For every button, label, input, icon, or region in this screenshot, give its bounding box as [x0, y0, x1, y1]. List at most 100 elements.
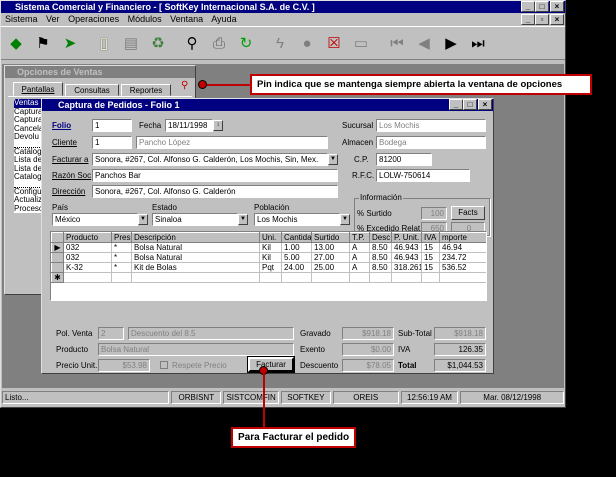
- menu-modulos[interactable]: Módulos: [128, 14, 162, 24]
- estado-dropdown[interactable]: ▼: [238, 214, 248, 225]
- close-button[interactable]: ×: [550, 1, 564, 12]
- cliente-name-field: Pancho López: [136, 136, 328, 149]
- row-selector-icon[interactable]: ▶: [51, 242, 64, 253]
- facturar-callout: Para Facturar el pedido: [231, 427, 357, 448]
- list-item[interactable]: Catalog: [14, 172, 44, 182]
- iva-label: IVA: [398, 345, 411, 354]
- pais-select[interactable]: México: [52, 213, 138, 226]
- facts-button[interactable]: Facts: [451, 206, 485, 220]
- table-row-new[interactable]: ✱: [51, 272, 486, 283]
- table-row[interactable]: ▶ 032 * Bolsa Natural Kil 1.00 13.00 A 8…: [51, 242, 486, 253]
- poblacion-dropdown[interactable]: ▼: [340, 214, 350, 225]
- recycle-bin-icon[interactable]: ♻: [145, 30, 171, 56]
- order-window: Captura de Pedidos - Folio 1 _ □ × Folio…: [41, 98, 494, 374]
- cancel-message-icon: ▭: [353, 35, 369, 52]
- table-row[interactable]: K-32 * Kit de Bolas Pqt 24.00 25.00 A 8.…: [51, 262, 486, 273]
- rfc-field[interactable]: LOLW-750614: [376, 169, 470, 182]
- cabinet-icon[interactable]: ▤: [118, 30, 144, 56]
- pin-callout-line: [204, 84, 250, 86]
- order-title: Captura de Pedidos - Folio 1: [58, 100, 180, 110]
- tab-consultas[interactable]: Consultas: [65, 84, 119, 96]
- checkered-flag-icon[interactable]: ⚑: [30, 30, 56, 56]
- sucursal-field: Los Mochis: [376, 119, 486, 132]
- direccion-field[interactable]: Sonora, #267, Col. Alfonso G. Calderón: [92, 185, 338, 198]
- child-close-button[interactable]: ×: [550, 14, 564, 25]
- cp-field[interactable]: 81200: [376, 153, 432, 166]
- col-importe[interactable]: mporte: [439, 232, 486, 243]
- tab-pantallas[interactable]: Pantallas: [13, 82, 63, 96]
- items-grid[interactable]: Producto Pres. Descripción Uni. Cantidad…: [50, 231, 487, 301]
- child-minimize-button[interactable]: _: [521, 14, 535, 25]
- col-desc[interactable]: Desc.: [369, 232, 392, 243]
- col-producto[interactable]: Producto: [63, 232, 112, 243]
- green-arrow-icon[interactable]: ◆: [3, 30, 29, 56]
- options-title: Opciones de Ventas: [17, 67, 103, 77]
- cancel-document-icon[interactable]: ☒: [321, 30, 347, 56]
- list-item[interactable]: Proceso: [14, 204, 44, 214]
- list-item[interactable]: Devolu: [14, 132, 44, 142]
- poblacion-select[interactable]: Los Mochis: [254, 213, 340, 226]
- respete-precio-label: Respete Precio: [172, 361, 227, 370]
- menu-operaciones[interactable]: Operaciones: [68, 14, 119, 24]
- order-maximize-button[interactable]: □: [463, 99, 477, 110]
- iva-field: 126.35: [434, 343, 486, 356]
- order-close-button[interactable]: ×: [478, 99, 492, 110]
- new-document-icon[interactable]: ▯: [91, 30, 117, 56]
- facturar-callout-line: [263, 374, 265, 428]
- col-pres[interactable]: Pres.: [111, 232, 132, 243]
- facturar-button[interactable]: Facturar: [247, 356, 295, 373]
- facturar-a-select[interactable]: Sonora, #267, Col. Alfonso G. Calderón, …: [92, 153, 328, 166]
- status-bar: Listo... ORBISNT SISTCOMFIN SOFTKEY OREI…: [2, 391, 565, 406]
- col-iva[interactable]: IVA: [421, 232, 440, 243]
- order-minimize-button[interactable]: _: [449, 99, 463, 110]
- last-record-icon[interactable]: ⏭: [465, 30, 491, 56]
- col-surtido[interactable]: Surtido: [311, 232, 350, 243]
- pin-callout: Pin indica que se mantenga siempre abier…: [250, 74, 592, 95]
- fecha-spinner[interactable]: ↕: [213, 120, 223, 131]
- pol-venta-label: Pol. Venta: [56, 329, 93, 338]
- folio-field[interactable]: 1: [92, 119, 132, 132]
- col-uni[interactable]: Uni.: [259, 232, 282, 243]
- menu-sistema[interactable]: Sistema: [5, 14, 38, 24]
- status-company: SOFTKEY: [281, 391, 331, 404]
- razon-social-field[interactable]: Panchos Bar: [92, 169, 338, 182]
- pol-venta-field: 2: [98, 327, 124, 340]
- subtotal-label: Sub-Total: [398, 329, 432, 338]
- exento-field: $0.00: [342, 343, 394, 356]
- menu-ver[interactable]: Ver: [46, 14, 60, 24]
- gravado-label: Gravado: [300, 329, 331, 338]
- total-label: Total: [398, 361, 417, 370]
- child-restore-button[interactable]: ▫: [535, 14, 549, 25]
- fecha-field[interactable]: 18/11/1998: [165, 119, 213, 132]
- col-punit[interactable]: P. Unit.: [391, 232, 422, 243]
- status-database: SISTCOMFIN: [223, 391, 280, 404]
- col-descripcion[interactable]: Descripción: [131, 232, 260, 243]
- almacen-label: Almacen: [342, 138, 374, 147]
- facturar-a-dropdown[interactable]: ▼: [328, 154, 338, 165]
- estado-select[interactable]: Sinaloa: [152, 213, 238, 226]
- menu-ventana[interactable]: Ventana: [170, 14, 203, 24]
- forward-arrow-icon[interactable]: ➤: [57, 30, 83, 56]
- maximize-button[interactable]: □: [535, 1, 549, 12]
- descuento-field: $78.05: [342, 359, 394, 372]
- app-title: Sistema Comercial y Financiero - [ SoftK…: [15, 2, 315, 12]
- fecha-label: Fecha: [139, 121, 162, 130]
- refresh-icon[interactable]: ↻: [233, 30, 259, 56]
- table-row[interactable]: 032 * Bolsa Natural Kil 5.00 27.00 A 8.5…: [51, 252, 486, 263]
- printer-icon[interactable]: ⎙: [206, 30, 232, 56]
- subtotal-field: $918.18: [434, 327, 486, 340]
- pais-dropdown[interactable]: ▼: [138, 214, 148, 225]
- col-tp[interactable]: T.P.: [349, 232, 370, 243]
- options-title-bar: Opciones de Ventas: [5, 66, 195, 78]
- first-record-icon: ⏮: [390, 34, 404, 52]
- next-record-icon[interactable]: ▶: [438, 30, 464, 56]
- minimize-button[interactable]: _: [521, 1, 535, 12]
- col-cantidad[interactable]: Cantidad: [281, 232, 312, 243]
- pin-callout-dot: [198, 80, 207, 89]
- pin-icon[interactable]: ⚲: [181, 80, 188, 91]
- binoculars-icon[interactable]: ⚲: [179, 30, 205, 56]
- tab-reportes[interactable]: Reportes: [121, 84, 171, 96]
- menu-ayuda[interactable]: Ayuda: [211, 14, 236, 24]
- cliente-number-field[interactable]: 1: [92, 136, 132, 149]
- new-row-icon[interactable]: ✱: [51, 272, 64, 283]
